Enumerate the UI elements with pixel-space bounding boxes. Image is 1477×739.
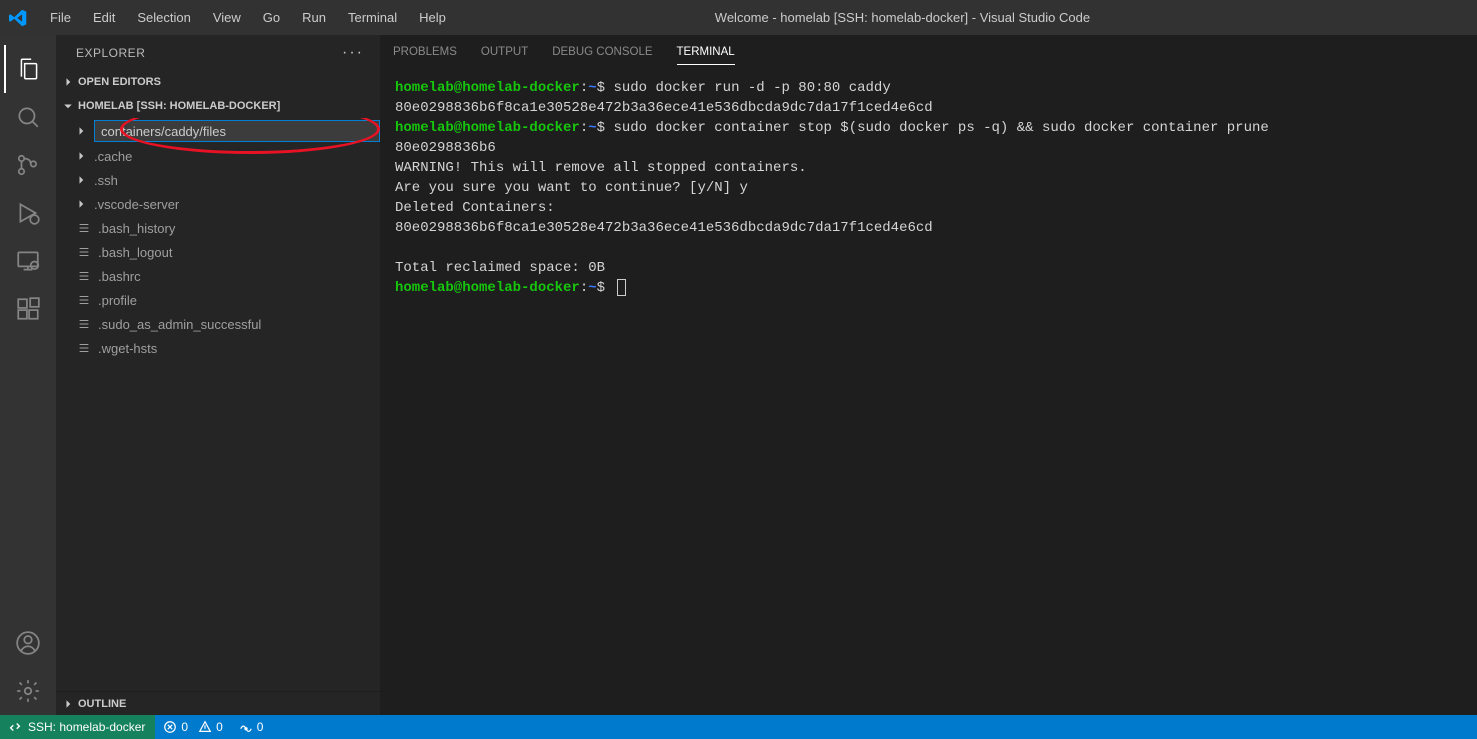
terminal-line: 80e0298836b6: [395, 140, 496, 156]
status-warnings-count: 0: [216, 720, 223, 734]
file-label: .bashrc: [98, 269, 141, 284]
terminal-prompt-user: homelab@homelab-docker: [395, 80, 580, 96]
terminal-output[interactable]: homelab@homelab-docker:~$ sudo docker ru…: [381, 70, 1477, 715]
editor-area: PROBLEMS OUTPUT DEBUG CONSOLE TERMINAL h…: [380, 35, 1477, 715]
activity-search-icon[interactable]: [4, 93, 52, 141]
activity-settings-icon[interactable]: [4, 667, 52, 715]
folder-label: .cache: [94, 149, 132, 164]
terminal-line: WARNING! This will remove all stopped co…: [395, 160, 807, 176]
menu-help[interactable]: Help: [409, 4, 456, 31]
chevron-right-icon: [74, 174, 88, 186]
status-remote[interactable]: SSH: homelab-docker: [0, 715, 155, 739]
folder-label: .ssh: [94, 173, 118, 188]
menu-run[interactable]: Run: [292, 4, 336, 31]
folder-ssh[interactable]: .ssh: [56, 168, 380, 192]
menu-bar: File Edit Selection View Go Run Terminal…: [40, 4, 456, 31]
activity-explorer-icon[interactable]: [4, 45, 52, 93]
terminal-prompt-path: ~: [588, 80, 596, 96]
workspace-label: HOMELAB [SSH: HOMELAB-DOCKER]: [78, 100, 280, 112]
menu-file[interactable]: File: [40, 4, 81, 31]
file-icon: [76, 221, 92, 235]
file-label: .bash_logout: [98, 245, 172, 260]
status-errors-count: 0: [181, 720, 188, 734]
file-bashrc[interactable]: .bashrc: [56, 264, 380, 288]
main-area: EXPLORER ··· OPEN EDITORS HOMELAB [SSH: …: [0, 35, 1477, 715]
panel-tabs: PROBLEMS OUTPUT DEBUG CONSOLE TERMINAL: [381, 35, 1477, 70]
activity-bar: [0, 35, 56, 715]
tab-debug-console[interactable]: DEBUG CONSOLE: [552, 40, 652, 64]
title-bar: File Edit Selection View Go Run Terminal…: [0, 0, 1477, 35]
explorer-title-row: EXPLORER ···: [56, 35, 380, 70]
chevron-right-icon: [74, 198, 88, 210]
file-sudo-as-admin[interactable]: .sudo_as_admin_successful: [56, 312, 380, 336]
new-folder-input-row: [56, 118, 380, 144]
file-wget-hsts[interactable]: .wget-hsts: [56, 336, 380, 360]
activity-account-icon[interactable]: [4, 619, 52, 667]
menu-go[interactable]: Go: [253, 4, 290, 31]
terminal-line: 80e0298836b6f8ca1e30528e472b3a36ece41e53…: [395, 220, 933, 236]
status-ports[interactable]: 0: [231, 715, 272, 739]
explorer-sidebar: EXPLORER ··· OPEN EDITORS HOMELAB [SSH: …: [56, 35, 380, 715]
terminal-cmd: sudo docker run -d -p 80:80 caddy: [613, 80, 890, 96]
activity-run-debug-icon[interactable]: [4, 189, 52, 237]
file-profile[interactable]: .profile: [56, 288, 380, 312]
open-editors-header[interactable]: OPEN EDITORS: [56, 70, 380, 94]
workspace-header[interactable]: HOMELAB [SSH: HOMELAB-DOCKER]: [56, 94, 380, 118]
terminal-line: 80e0298836b6f8ca1e30528e472b3a36ece41e53…: [395, 100, 933, 116]
open-editors-label: OPEN EDITORS: [78, 76, 161, 88]
terminal-cursor: [617, 279, 626, 296]
explorer-title: EXPLORER: [76, 46, 145, 60]
new-folder-input[interactable]: [94, 120, 380, 142]
file-icon: [76, 317, 92, 331]
activity-source-control-icon[interactable]: [4, 141, 52, 189]
menu-selection[interactable]: Selection: [127, 4, 200, 31]
tab-terminal[interactable]: TERMINAL: [677, 40, 735, 65]
terminal-prompt-user: homelab@homelab-docker: [395, 120, 580, 136]
chevron-right-icon: [74, 125, 88, 137]
file-icon: [76, 245, 92, 259]
folder-label: .vscode-server: [94, 197, 179, 212]
file-tree: .cache .ssh .vscode-server .bash_history…: [56, 118, 380, 691]
file-label: .profile: [98, 293, 137, 308]
file-label: .wget-hsts: [98, 341, 157, 356]
file-bash-history[interactable]: .bash_history: [56, 216, 380, 240]
tab-problems[interactable]: PROBLEMS: [393, 40, 457, 64]
terminal-line: Deleted Containers:: [395, 200, 555, 216]
terminal-cmd: sudo docker container stop $(sudo docker…: [613, 120, 1268, 136]
terminal-prompt-path: ~: [588, 120, 596, 136]
terminal-prompt-user: homelab@homelab-docker: [395, 280, 580, 296]
terminal-prompt-path: ~: [588, 280, 596, 296]
activity-remote-explorer-icon[interactable]: [4, 237, 52, 285]
file-label: .bash_history: [98, 221, 175, 236]
chevron-down-icon: [62, 100, 74, 112]
explorer-more-icon[interactable]: ···: [342, 44, 364, 62]
terminal-line: Are you sure you want to continue? [y/N]…: [395, 180, 748, 196]
file-icon: [76, 341, 92, 355]
status-problems[interactable]: 0 0: [155, 715, 230, 739]
menu-terminal[interactable]: Terminal: [338, 4, 407, 31]
outline-header[interactable]: OUTLINE: [56, 691, 380, 715]
chevron-right-icon: [62, 76, 74, 88]
menu-view[interactable]: View: [203, 4, 251, 31]
activity-extensions-icon[interactable]: [4, 285, 52, 333]
status-ports-count: 0: [257, 720, 264, 734]
folder-cache[interactable]: .cache: [56, 144, 380, 168]
window-title: Welcome - homelab [SSH: homelab-docker] …: [456, 10, 1349, 25]
chevron-right-icon: [62, 698, 74, 710]
vscode-logo-icon: [8, 8, 28, 28]
chevron-right-icon: [74, 150, 88, 162]
file-bash-logout[interactable]: .bash_logout: [56, 240, 380, 264]
outline-label: OUTLINE: [78, 698, 126, 710]
terminal-line: Total reclaimed space: 0B: [395, 260, 605, 276]
status-remote-label: SSH: homelab-docker: [28, 720, 145, 734]
menu-edit[interactable]: Edit: [83, 4, 125, 31]
file-icon: [76, 269, 92, 283]
status-bar: SSH: homelab-docker 0 0 0: [0, 715, 1477, 739]
file-label: .sudo_as_admin_successful: [98, 317, 261, 332]
file-icon: [76, 293, 92, 307]
folder-vscode-server[interactable]: .vscode-server: [56, 192, 380, 216]
tab-output[interactable]: OUTPUT: [481, 40, 528, 64]
